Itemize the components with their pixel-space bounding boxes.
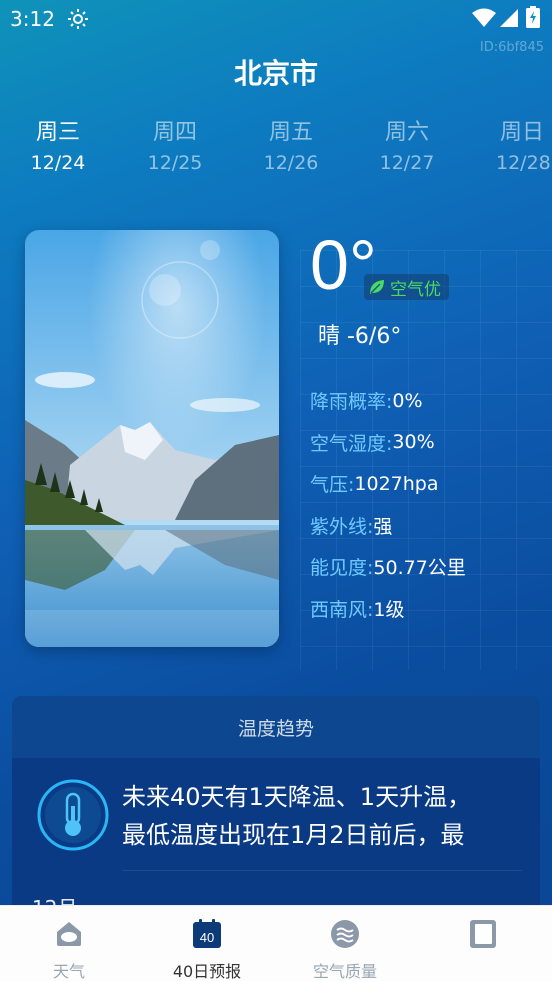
document-icon (470, 920, 496, 948)
detail-value: 强 (373, 515, 393, 538)
day-name: 周三 (35, 120, 80, 145)
tab-label: 空气质量 (312, 962, 377, 981)
day-name: 周六 (384, 120, 429, 145)
trend-line: 最低温度出现在1月2日前后，最 (122, 821, 465, 849)
detail-humidity: 空气湿度: 30% (310, 422, 466, 464)
day-date: 12/25 (147, 152, 203, 174)
calendar-badge: 40 (200, 930, 214, 945)
city-title[interactable]: 北京市 (0, 52, 552, 92)
tab-air-quality[interactable]: 空气质量 (276, 906, 414, 981)
detail-value: 30% (392, 431, 435, 454)
detail-key: 紫外线: (310, 515, 374, 538)
detail-visibility: 能见度: 50.77公里 (310, 546, 466, 588)
tab-label: 天气 (52, 962, 85, 981)
mountain-lake-illustration (25, 230, 279, 647)
day-selector: 周三 12/24 周四 12/25 周五 12/26 周六 12/27 周日 1… (0, 114, 552, 174)
detail-key: 西南风: (310, 598, 374, 621)
weather-details: 降雨概率: 0% 空气湿度: 30% 气压: 1027hpa 紫外线: 强 能见度: 50… (310, 380, 466, 629)
tab-label: 40日预报 (172, 962, 242, 981)
day-date: 12/28 (496, 152, 551, 174)
tab-weather[interactable]: 天气 (0, 906, 138, 981)
detail-key: 降雨概率: (310, 391, 393, 414)
day-name: 周四 (152, 120, 197, 145)
condition-and-range: 晴 -6/6° (318, 324, 402, 349)
day-tab[interactable]: 周五 12/26 (236, 114, 346, 174)
status-bar: 3:12 (0, 0, 552, 38)
air-quality-badge[interactable]: 空气优 (364, 274, 449, 300)
weather-photo (25, 230, 279, 647)
signal-icon (500, 9, 518, 27)
detail-value: 50.77公里 (373, 557, 466, 580)
trend-summary: 未来40天有1天降温、1天升温， 最低温度出现在1月2日前后，最 (122, 778, 532, 854)
trend-line: 未来40天有1天降温、1天升温， (122, 783, 472, 811)
air-quality-icon (331, 920, 359, 948)
detail-rain-probability: 降雨概率: 0% (310, 380, 466, 422)
day-name: 周日 (500, 120, 545, 145)
tab-40day-forecast[interactable]: 40 40日预报 (138, 906, 276, 981)
wifi-icon (472, 8, 496, 27)
day-date: 12/24 (30, 152, 86, 174)
detail-key: 气压: (310, 474, 355, 497)
detail-wind: 西南风: 1级 (310, 588, 466, 630)
detail-value: 0% (392, 389, 423, 412)
detail-key: 空气湿度: (310, 432, 393, 455)
day-tab[interactable]: 周六 12/27 (352, 114, 462, 174)
detail-pressure: 气压: 1027hpa (310, 463, 466, 505)
home-icon (57, 922, 81, 946)
thermometer-icon (37, 779, 109, 851)
tab-more[interactable] (414, 906, 552, 981)
day-date: 12/27 (379, 152, 435, 174)
detail-value: 1级 (373, 598, 405, 621)
sun-icon (68, 9, 88, 29)
detail-value: 1027hpa (354, 472, 439, 495)
day-tab[interactable]: 周四 12/25 (120, 114, 230, 174)
leaf-icon (370, 280, 384, 294)
detail-uv: 紫外线: 强 (310, 505, 466, 547)
air-quality-label: 空气优 (390, 279, 441, 300)
trend-title: 温度趋势 (12, 696, 540, 758)
divider (122, 870, 522, 871)
bottom-tab-bar: 天气 40 40日预报 空气质量 (0, 905, 552, 981)
day-name: 周五 (268, 120, 313, 145)
calendar-40-icon: 40 (193, 919, 221, 948)
day-date: 12/26 (263, 152, 319, 174)
battery-charging-icon (526, 6, 540, 28)
detail-key: 能见度: (310, 557, 374, 580)
day-tab[interactable]: 周日 12/28 (468, 114, 552, 174)
temperature-trend-card[interactable]: 温度趋势 未来40天有1天降温、1天升温， 最低温度出现在1月2日前后，最 12… (12, 696, 540, 916)
day-tab[interactable]: 周三 12/24 (3, 114, 113, 174)
status-time: 3:12 (10, 7, 55, 31)
